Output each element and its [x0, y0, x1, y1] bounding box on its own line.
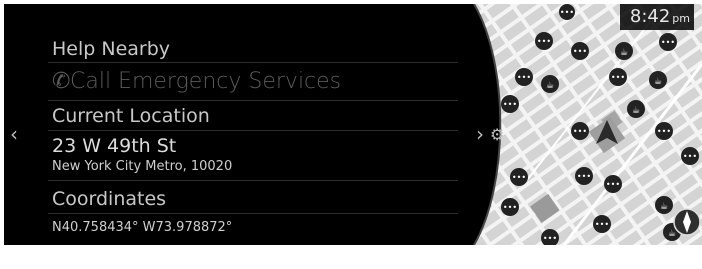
clock-time: 8:42: [629, 6, 671, 27]
city-zip: New York City Metro, 10020: [52, 159, 233, 174]
call-emergency-button[interactable]: ✆Call Emergency Services: [52, 69, 341, 94]
coordinates-value: N40.758434° W73.978872°: [52, 220, 233, 235]
clock: 8:42 pm: [619, 4, 694, 30]
call-emergency-label: Call Emergency Services: [70, 69, 342, 94]
navigation-screen: ••• ••• ••• ☕ ••• ••• ☕ ••• ☕ ••• ••• ☕ …: [4, 4, 702, 245]
gear-icon[interactable]: ⚙: [490, 125, 504, 144]
help-nearby-title: Help Nearby: [52, 38, 171, 60]
chevron-right-icon[interactable]: ›: [476, 122, 484, 146]
coordinates-title: Coordinates: [52, 188, 167, 210]
street-address: 23 W 49th St: [52, 135, 177, 157]
help-panel: ‹ › ⚙ Help Nearby ✆Call Emergency Servic…: [4, 4, 702, 245]
current-location-title: Current Location: [52, 105, 210, 127]
clock-ampm: pm: [672, 12, 690, 25]
chevron-left-icon[interactable]: ‹: [10, 122, 18, 146]
phone-icon: ✆: [52, 69, 71, 94]
